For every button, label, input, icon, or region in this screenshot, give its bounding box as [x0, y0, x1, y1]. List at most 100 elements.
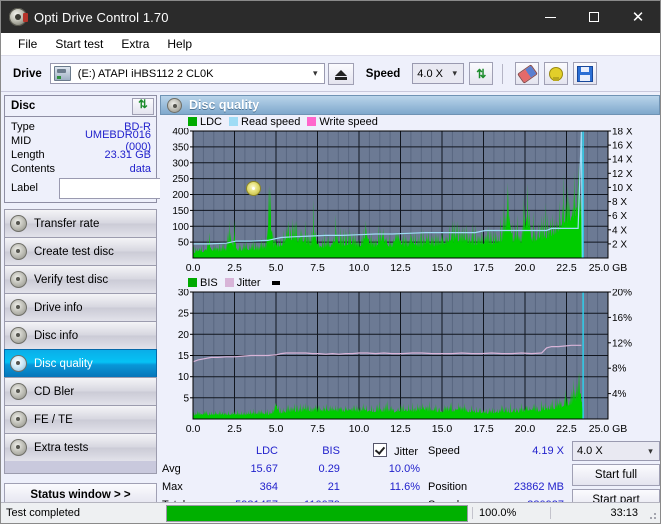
sidebar-item-disc-quality[interactable]: Disc quality	[4, 349, 157, 377]
progress-fill	[167, 505, 467, 521]
disc-panel-header: Disc ⇅	[5, 96, 156, 117]
content-pane: Disc quality LDC Read speed Write speed	[159, 92, 661, 511]
sidebar-item-drive-info[interactable]: Drive info	[4, 293, 157, 321]
svg-text:8%: 8%	[612, 364, 627, 375]
svg-text:7.5: 7.5	[310, 262, 325, 274]
menu-help[interactable]: Help	[158, 35, 201, 53]
app-disc-icon	[9, 8, 28, 26]
svg-text:7.5: 7.5	[310, 423, 325, 435]
drive-label: Drive	[13, 67, 42, 80]
disc-row-value: 23.31 GB	[104, 149, 151, 161]
status-text: Test completed	[6, 507, 80, 519]
sidebar-item-label: Drive info	[34, 301, 83, 314]
disc-row-mid: MID UMEBDR016 (000)	[11, 129, 151, 153]
table-header-row: LDC BIS Jitter	[162, 443, 420, 459]
chevron-down-icon: ▾	[452, 68, 458, 78]
table-row	[428, 461, 564, 477]
main-body: Disc ⇅ Type BD-R MID UMEBDR016 (000) Len…	[1, 92, 661, 511]
svg-text:2.5: 2.5	[227, 423, 242, 435]
position-value: 23862 MB	[513, 480, 564, 493]
svg-text:20%: 20%	[612, 289, 632, 299]
nav-list: Transfer rate Create test disc Verify te…	[4, 209, 157, 474]
close-button[interactable]: ✕	[616, 1, 660, 33]
sidebar-item-verify-test-disc[interactable]: Verify test disc	[4, 265, 157, 293]
maximize-icon	[589, 12, 599, 22]
table-row: Max 364 21 11.6%	[162, 479, 420, 495]
sidebar-item-transfer-rate[interactable]: Transfer rate	[4, 209, 157, 237]
menu-extra[interactable]: Extra	[112, 35, 158, 53]
maximize-button[interactable]	[572, 1, 616, 33]
disc-quality-icon	[167, 97, 182, 113]
sidebar-item-disc-info[interactable]: Disc info	[4, 321, 157, 349]
svg-text:300: 300	[172, 158, 189, 169]
svg-text:12 X: 12 X	[612, 169, 633, 180]
disc-row-length: Length 23.31 GB	[11, 148, 151, 162]
cd-disc-icon	[246, 180, 261, 196]
table-row: Avg 15.67 0.29 10.0%	[162, 461, 420, 477]
legend-label-bis: BIS	[200, 276, 218, 289]
sidebar-item-label: Transfer rate	[34, 217, 100, 230]
title-bar: Opti Drive Control 1.70 ✕	[1, 1, 660, 33]
legend-item-write-speed: Write speed	[307, 116, 378, 128]
disc-refresh-button[interactable]: ⇅	[132, 97, 154, 115]
svg-text:15.0: 15.0	[432, 423, 453, 435]
drive-select[interactable]: (E:) ATAPI iHBS112 2 CL0K ▾	[49, 63, 325, 84]
minimize-button[interactable]	[528, 1, 572, 33]
refresh-button[interactable]: ⇅	[469, 62, 494, 85]
legend-item-bis: BIS	[188, 277, 218, 289]
start-full-button[interactable]: Start full	[572, 464, 660, 486]
avg-bis: 0.29	[318, 462, 340, 475]
row-label-avg: Avg	[162, 462, 181, 475]
run-controls: 4.0 X ▾ Start full Start part	[572, 441, 660, 511]
svg-text:100: 100	[172, 222, 189, 233]
chevron-down-icon: ▾	[648, 445, 653, 456]
sidebar-item-label: Extra tests	[34, 441, 89, 454]
disc-icon	[10, 243, 27, 260]
sidebar-item-cd-bler[interactable]: CD Bler	[4, 377, 157, 405]
svg-text:10.0: 10.0	[349, 423, 370, 435]
speed-select[interactable]: 4.0 X ▾	[412, 63, 465, 84]
sidebar-item-extra-tests[interactable]: Extra tests	[4, 433, 157, 461]
svg-text:12.5: 12.5	[390, 262, 411, 274]
svg-text:50: 50	[178, 238, 190, 249]
disc-label-key: Label	[11, 182, 38, 194]
disc-panel-title: Disc	[11, 100, 36, 112]
test-speed-select[interactable]: 4.0 X ▾	[572, 441, 660, 461]
nav-spacer	[4, 461, 157, 474]
svg-text:2.5: 2.5	[227, 262, 242, 274]
refresh-arrows-icon: ⇅	[476, 66, 487, 81]
disc-icon	[10, 327, 27, 344]
max-ldc: 364	[259, 480, 278, 493]
disc-row-key: MID	[11, 135, 32, 147]
sidebar-item-create-test-disc[interactable]: Create test disc	[4, 237, 157, 265]
disc-info-rows: Type BD-R MID UMEBDR016 (000) Length 23.…	[5, 117, 262, 202]
bulb-icon	[549, 66, 564, 81]
avg-jitter: 10.0%	[388, 462, 420, 475]
save-button[interactable]	[573, 62, 598, 85]
resize-grip[interactable]	[647, 510, 657, 520]
svg-text:20.0: 20.0	[515, 262, 536, 274]
elapsed-time: 33:13	[550, 507, 660, 519]
disc-icon	[10, 383, 27, 400]
svg-text:22.5: 22.5	[556, 262, 577, 274]
svg-text:0.0: 0.0	[186, 262, 201, 274]
legend-label-ldc: LDC	[200, 115, 223, 128]
status-bar: Test completed 100.0% 33:13	[1, 502, 660, 523]
erase-button[interactable]	[515, 62, 540, 85]
svg-text:4%: 4%	[612, 389, 627, 400]
minimize-icon	[544, 16, 556, 18]
drive-icon	[53, 66, 71, 81]
ldc-chart-svg: 50 100 150 200 250 300 350 400 2 X 4 X 6 X 8 X 10 X 1…	[172, 128, 633, 274]
svg-text:10.0: 10.0	[349, 262, 370, 274]
refresh-arrows-icon: ⇅	[138, 99, 148, 112]
sidebar-item-fe-te[interactable]: FE / TE	[4, 405, 157, 433]
bulb-button[interactable]	[544, 62, 569, 85]
menu-file[interactable]: File	[9, 35, 46, 53]
disc-icon	[10, 411, 27, 428]
jitter-checkbox[interactable]	[373, 443, 388, 457]
eject-button[interactable]	[327, 62, 354, 85]
max-jitter: 11.6%	[389, 480, 420, 493]
menu-start-test[interactable]: Start test	[46, 35, 112, 53]
page-title: Disc quality	[189, 98, 260, 112]
ldc-chart: LDC Read speed Write speed 50 100 150 200 25…	[160, 115, 660, 276]
